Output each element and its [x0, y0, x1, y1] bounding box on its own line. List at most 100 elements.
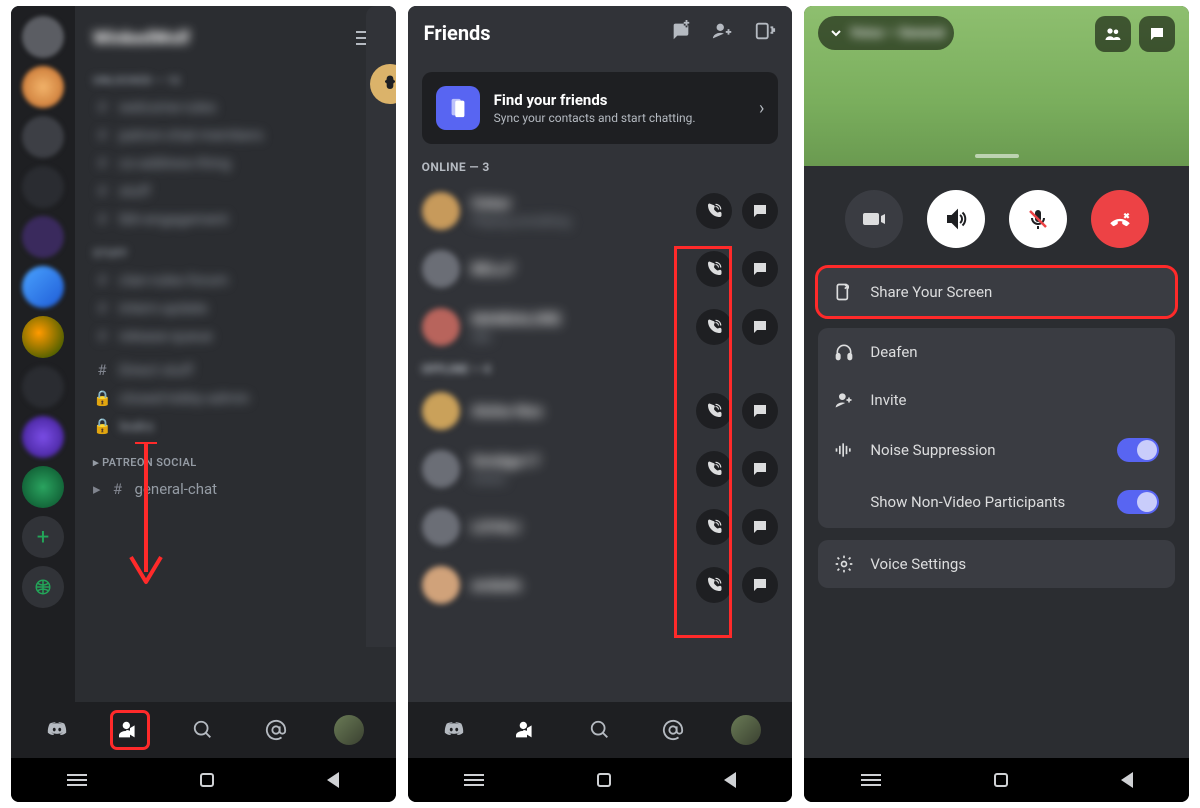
- home-icon[interactable]: [597, 773, 611, 787]
- dm-home-icon[interactable]: [22, 16, 64, 58]
- friend-name: BELu7: [472, 260, 685, 278]
- server-icon[interactable]: [22, 116, 64, 158]
- invite-button[interactable]: Invite: [818, 376, 1175, 424]
- server-icon[interactable]: [22, 216, 64, 258]
- nav-search-icon[interactable]: [583, 713, 617, 747]
- discover-servers-button[interactable]: [22, 566, 64, 608]
- nav-profile-avatar[interactable]: [729, 713, 763, 747]
- nav-friends-icon[interactable]: [113, 713, 147, 747]
- server-icon[interactable]: [22, 466, 64, 508]
- find-friends-card[interactable]: Find your friends Sync your contacts and…: [422, 72, 779, 144]
- server-icon[interactable]: [22, 66, 64, 108]
- back-icon[interactable]: [327, 772, 339, 788]
- message-button[interactable]: [742, 193, 778, 229]
- friend-row[interactable]: BELu7: [422, 240, 779, 298]
- channel-item-locked[interactable]: 🔒closed-lobby-admin: [87, 384, 384, 412]
- recents-icon[interactable]: [464, 779, 484, 781]
- friend-row[interactable]: OskarPlaying something: [422, 182, 779, 240]
- add-friend-icon[interactable]: [712, 20, 734, 46]
- server-header[interactable]: WinkedWolf: [87, 16, 384, 60]
- channel-category[interactable]: ▸ PATREON SOCIAL: [93, 456, 384, 469]
- friend-row[interactable]: Smidge17Online: [422, 440, 779, 498]
- server-icon[interactable]: [22, 266, 64, 308]
- message-button[interactable]: [742, 251, 778, 287]
- recents-icon[interactable]: [861, 779, 881, 781]
- new-message-icon[interactable]: [670, 20, 692, 46]
- friends-body: Find your friends Sync your contacts and…: [408, 60, 793, 702]
- minimize-pill[interactable]: Voice — General: [818, 16, 954, 50]
- android-nav: [11, 758, 396, 802]
- channel-item[interactable]: #co-address-thing: [87, 149, 384, 177]
- nav-discord-icon[interactable]: [40, 713, 74, 747]
- channel-item[interactable]: #patron-chat-members: [87, 121, 384, 149]
- server-icon[interactable]: [22, 166, 64, 208]
- nav-discord-icon[interactable]: [437, 713, 471, 747]
- friend-name: Aloha-Nox: [472, 402, 685, 420]
- friend-actions: [696, 309, 778, 345]
- nav-search-icon[interactable]: [186, 713, 220, 747]
- call-button[interactable]: [696, 309, 732, 345]
- friends-header: Friends: [408, 6, 793, 60]
- speaker-button[interactable]: [927, 190, 985, 248]
- sheet-drag-handle[interactable]: [975, 154, 1019, 158]
- channel-item[interactable]: #stuff: [87, 177, 384, 205]
- hangup-button[interactable]: [1091, 190, 1149, 248]
- camera-button[interactable]: [845, 190, 903, 248]
- server-icon[interactable]: [22, 366, 64, 408]
- channel-item[interactable]: #release-queue: [87, 322, 384, 350]
- friend-actions: [696, 567, 778, 603]
- toggle-on[interactable]: [1117, 490, 1159, 514]
- server-icon[interactable]: [22, 416, 64, 458]
- message-button[interactable]: [742, 309, 778, 345]
- call-button[interactable]: [696, 509, 732, 545]
- nonvideo-toggle[interactable]: Show Non-Video Participants: [818, 476, 1175, 528]
- friend-row[interactable]: LOYALI: [422, 498, 779, 556]
- voice-settings-button[interactable]: Voice Settings: [818, 540, 1175, 588]
- mute-button[interactable]: [1009, 190, 1067, 248]
- server-icon[interactable]: [22, 316, 64, 358]
- noise-suppression-toggle[interactable]: Noise Suppression: [818, 424, 1175, 476]
- lock-icon: 🔒: [93, 417, 111, 435]
- nav-friends-icon[interactable]: [510, 713, 544, 747]
- channel-panel: WinkedWolf UNLOCKED — 12 #welcome-rules …: [75, 6, 396, 702]
- message-button[interactable]: [742, 509, 778, 545]
- call-button[interactable]: [696, 251, 732, 287]
- channel-item-locked[interactable]: #Direct stuff: [87, 356, 384, 384]
- deafen-button[interactable]: Deafen: [818, 328, 1175, 376]
- lock-icon: 🔒: [93, 389, 111, 407]
- channel-item-locked[interactable]: 🔒leaks: [87, 412, 384, 440]
- toggle-on[interactable]: [1117, 438, 1159, 462]
- call-button[interactable]: [696, 451, 732, 487]
- channel-item[interactable]: #tbh-engagement: [87, 205, 384, 233]
- friend-row[interactable]: andado: [422, 556, 779, 614]
- channel-category[interactable]: UNLOCKED — 12: [93, 74, 384, 87]
- home-icon[interactable]: [994, 773, 1008, 787]
- message-button[interactable]: [742, 451, 778, 487]
- channel-item[interactable]: #welcome-rules: [87, 93, 384, 121]
- friend-row[interactable]: MANDALOREIdle: [422, 298, 779, 356]
- friend-row[interactable]: Aloha-Nox: [422, 382, 779, 440]
- call-button[interactable]: [696, 393, 732, 429]
- channel-item[interactable]: #intern-update: [87, 294, 384, 322]
- back-icon[interactable]: [724, 772, 736, 788]
- recents-icon[interactable]: [67, 779, 87, 781]
- channel-item[interactable]: ▸#general-chat: [87, 475, 384, 503]
- message-button[interactable]: [742, 393, 778, 429]
- chat-peek[interactable]: [366, 6, 396, 647]
- chevron-right-icon: ›: [759, 98, 764, 119]
- chat-icon[interactable]: [1139, 16, 1175, 52]
- call-button[interactable]: [696, 567, 732, 603]
- new-dm-icon[interactable]: [754, 20, 776, 46]
- participants-icon[interactable]: [1095, 16, 1131, 52]
- add-server-button[interactable]: +: [22, 516, 64, 558]
- channel-category[interactable]: STUFF: [93, 247, 384, 260]
- share-screen-button[interactable]: Share Your Screen: [818, 268, 1175, 316]
- message-button[interactable]: [742, 567, 778, 603]
- call-button[interactable]: [696, 193, 732, 229]
- nav-profile-avatar[interactable]: [332, 713, 366, 747]
- channel-item[interactable]: #clan-rules-forum: [87, 266, 384, 294]
- nav-mentions-icon[interactable]: [259, 713, 293, 747]
- home-icon[interactable]: [200, 773, 214, 787]
- back-icon[interactable]: [1121, 772, 1133, 788]
- nav-mentions-icon[interactable]: [656, 713, 690, 747]
